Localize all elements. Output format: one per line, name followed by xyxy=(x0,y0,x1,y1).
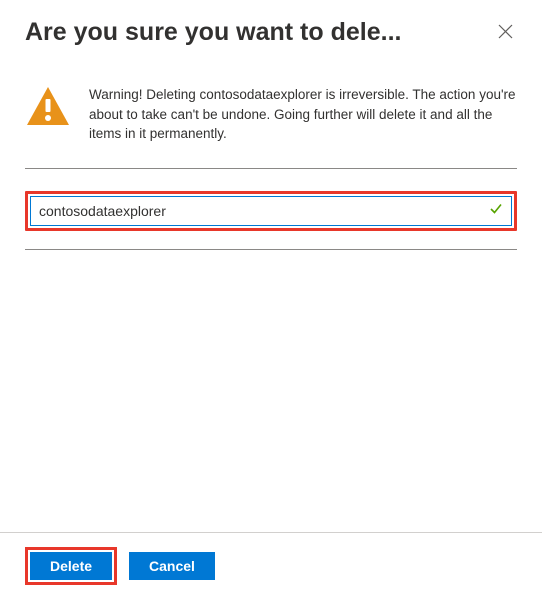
warning-triangle-icon xyxy=(25,85,71,131)
validation-check-icon xyxy=(489,201,503,220)
dialog-content: Warning! Deleting contosodataexplorer is… xyxy=(0,57,542,250)
close-icon xyxy=(498,24,513,39)
close-button[interactable] xyxy=(494,20,517,46)
input-wrapper xyxy=(30,196,512,226)
delete-button[interactable]: Delete xyxy=(30,552,112,580)
warning-text: Warning! Deleting contosodataexplorer is… xyxy=(89,85,517,144)
cancel-button[interactable]: Cancel xyxy=(129,552,215,580)
confirmation-input[interactable] xyxy=(31,197,511,225)
confirmation-input-section xyxy=(25,169,517,250)
input-highlight-box xyxy=(25,191,517,231)
delete-button-highlight: Delete xyxy=(25,547,117,585)
cancel-button-wrapper: Cancel xyxy=(127,547,217,585)
dialog-title: Are you sure you want to dele... xyxy=(25,18,401,47)
dialog-header: Are you sure you want to dele... xyxy=(0,0,542,57)
dialog-footer: Delete Cancel xyxy=(0,532,542,599)
warning-block: Warning! Deleting contosodataexplorer is… xyxy=(25,85,517,169)
